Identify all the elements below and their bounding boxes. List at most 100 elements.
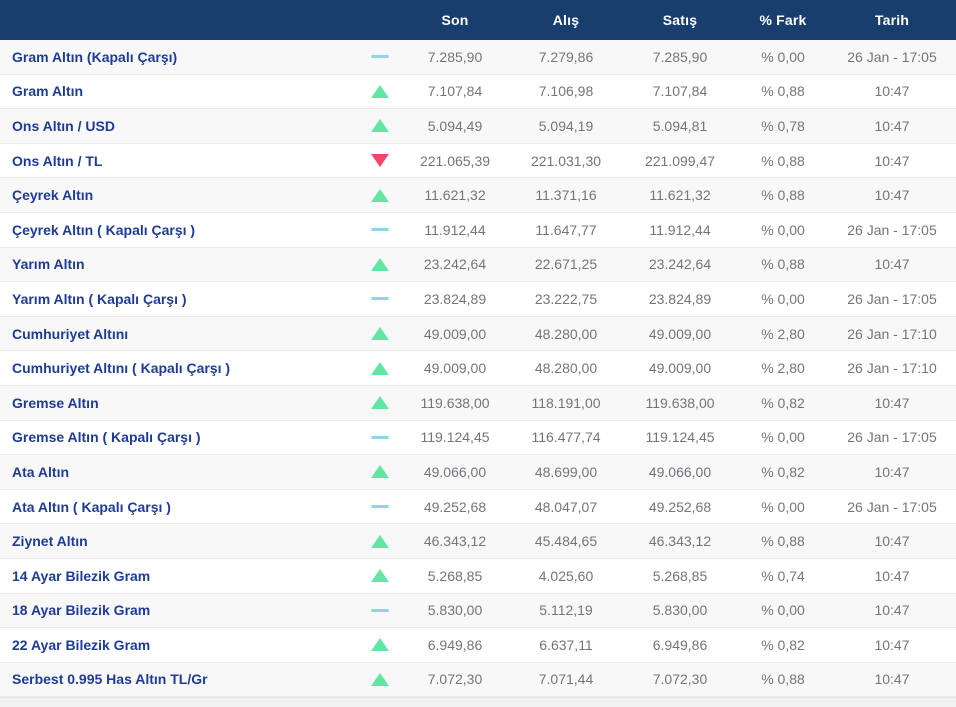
tarih-value: 10:47: [874, 602, 910, 619]
alis-value: 221.031,30: [530, 152, 602, 169]
satis-value: 49.009,00: [648, 325, 712, 342]
trend-up-icon: [371, 327, 389, 341]
instrument-name[interactable]: Yarım Altın ( Kapalı Çarşı ): [0, 291, 360, 307]
instrument-name[interactable]: Gram Altın: [0, 83, 360, 99]
alis-value: 4.025,60: [538, 567, 594, 584]
fark-value: % 0,00: [761, 48, 805, 65]
header-satis: Satış: [662, 12, 698, 28]
trend-cell: [360, 154, 400, 168]
table-row: 14 Ayar Bilezik Gram 5.268,85 4.025,60 5…: [0, 558, 956, 594]
instrument-name[interactable]: 22 Ayar Bilezik Gram: [0, 637, 360, 653]
alis-value: 48.280,00: [534, 325, 598, 342]
tarih-value: 10:47: [874, 636, 910, 653]
alis-value: 11.647,77: [535, 221, 597, 238]
son-value: 5.268,85: [427, 567, 483, 584]
son-value: 5.094,49: [427, 117, 483, 134]
instrument-name[interactable]: Gremse Altın: [0, 395, 360, 411]
tarih-value: 10:47: [874, 152, 910, 169]
alis-value: 7.106,98: [538, 83, 594, 100]
trend-cell: [360, 297, 400, 301]
instrument-name[interactable]: Gremse Altın ( Kapalı Çarşı ): [0, 429, 360, 445]
header-fark: % Fark: [759, 12, 807, 28]
alis-value: 23.222,75: [534, 290, 598, 307]
tarih-value: 26 Jan - 17:05: [847, 290, 937, 307]
trend-cell: [360, 188, 400, 202]
tarih-value: 10:47: [874, 83, 910, 100]
instrument-name[interactable]: Cumhuriyet Altını: [0, 326, 360, 342]
table-row: 22 Ayar Bilezik Gram 6.949,86 6.637,11 6…: [0, 628, 956, 663]
table-row: Gram Altın 7.107,84 7.106,98 7.107,84 % …: [0, 74, 956, 110]
son-value: 7.107,84: [427, 83, 483, 100]
son-value: 11.621,32: [424, 187, 486, 204]
satis-value: 119.638,00: [645, 394, 715, 411]
instrument-name[interactable]: Cumhuriyet Altını ( Kapalı Çarşı ): [0, 360, 360, 376]
trend-cell: [360, 608, 400, 612]
instrument-name[interactable]: Serbest 0.995 Has Altın TL/Gr: [0, 671, 360, 687]
table-row: Gremse Altın 119.638,00 118.191,00 119.6…: [0, 385, 956, 421]
fark-value: % 2,80: [761, 325, 805, 342]
instrument-name[interactable]: Çeyrek Altın: [0, 187, 360, 203]
alis-value: 6.637,11: [539, 636, 593, 653]
son-value: 49.009,00: [423, 325, 487, 342]
table-row: Çeyrek Altın ( Kapalı Çarşı ) 11.912,44 …: [0, 212, 956, 248]
trend-cell: [360, 257, 400, 271]
trend-cell: [360, 435, 400, 439]
table-row: Gram Altın (Kapalı Çarşı) 7.285,90 7.279…: [0, 40, 956, 75]
trend-up-icon: [371, 361, 389, 375]
satis-value: 23.824,89: [648, 290, 712, 307]
satis-value: 5.094,81: [652, 117, 708, 134]
instrument-name[interactable]: Ata Altın ( Kapalı Çarşı ): [0, 499, 360, 515]
trend-up-icon: [371, 119, 389, 133]
son-value: 7.072,30: [427, 671, 483, 688]
instrument-name[interactable]: Ons Altın / USD: [0, 118, 360, 134]
instrument-name[interactable]: Yarım Altın: [0, 256, 360, 272]
tarih-value: 26 Jan - 17:10: [847, 325, 937, 342]
header-son: Son: [441, 12, 469, 28]
trend-cell: [360, 119, 400, 133]
table-row: Yarım Altın ( Kapalı Çarşı ) 23.824,89 2…: [0, 282, 956, 317]
son-value: 221.065,39: [419, 152, 491, 169]
instrument-name[interactable]: 18 Ayar Bilezik Gram: [0, 602, 360, 618]
instrument-name[interactable]: Ziynet Altın: [0, 533, 360, 549]
table-row: Ons Altın / TL 221.065,39 221.031,30 221…: [0, 143, 956, 179]
fark-value: % 0,88: [761, 152, 805, 169]
trend-up-icon: [371, 569, 389, 583]
fark-value: % 0,78: [761, 117, 805, 134]
satis-value: 119.124,45: [645, 429, 715, 446]
tarih-value: 10:47: [874, 117, 910, 134]
satis-value: 49.066,00: [648, 463, 712, 480]
alis-value: 22.671,25: [534, 256, 598, 273]
alis-value: 5.112,19: [539, 602, 593, 619]
alis-value: 48.280,00: [534, 360, 598, 377]
satis-value: 7.072,30: [652, 671, 708, 688]
trend-cell: [360, 55, 400, 59]
fark-value: % 0,88: [761, 533, 805, 550]
fark-value: % 2,80: [761, 360, 805, 377]
son-value: 49.252,68: [423, 498, 487, 515]
trend-up-icon: [371, 465, 389, 479]
son-value: 23.824,89: [423, 290, 487, 307]
instrument-name[interactable]: Gram Altın (Kapalı Çarşı): [0, 49, 360, 65]
trend-flat-icon: [371, 55, 389, 59]
trend-cell: [360, 361, 400, 375]
son-value: 6.949,86: [427, 636, 483, 653]
son-value: 49.009,00: [423, 360, 487, 377]
alis-value: 45.484,65: [534, 533, 598, 550]
instrument-name[interactable]: Ata Altın: [0, 464, 360, 480]
fark-value: % 0,74: [761, 567, 805, 584]
table-row: Gremse Altın ( Kapalı Çarşı ) 119.124,45…: [0, 420, 956, 456]
instrument-name[interactable]: Ons Altın / TL: [0, 153, 360, 169]
header-tarih: Tarih: [874, 12, 910, 28]
alis-value: 48.699,00: [534, 463, 598, 480]
trend-down-icon: [371, 154, 389, 168]
fark-value: % 0,88: [761, 671, 805, 688]
instrument-name[interactable]: 14 Ayar Bilezik Gram: [0, 568, 360, 584]
tarih-value: 10:47: [874, 671, 910, 688]
trend-flat-icon: [371, 608, 389, 612]
son-value: 11.912,44: [424, 221, 486, 238]
trend-flat-icon: [371, 228, 389, 232]
trend-cell: [360, 534, 400, 548]
instrument-name[interactable]: Çeyrek Altın ( Kapalı Çarşı ): [0, 222, 360, 238]
fark-value: % 0,00: [761, 429, 805, 446]
alis-value: 5.094,19: [538, 117, 594, 134]
